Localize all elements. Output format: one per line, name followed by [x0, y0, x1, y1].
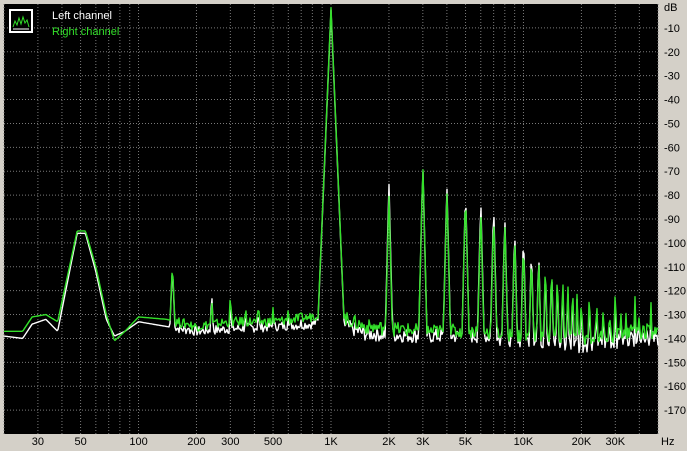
x-tick-label: 50	[74, 436, 86, 448]
y-tick-label: -10	[664, 23, 680, 35]
y-tick-label: -90	[664, 214, 680, 226]
y-tick-label: -50	[664, 118, 680, 130]
x-tick-label: 30K	[606, 436, 626, 448]
x-tick-label: 200	[187, 436, 205, 448]
x-tick-label: 100	[129, 436, 147, 448]
x-tick-label: 3K	[416, 436, 430, 448]
x-tick-label: 5K	[459, 436, 473, 448]
legend-icon-inner	[11, 11, 31, 31]
y-tick-label: -100	[664, 238, 686, 250]
y-axis-ticks: -10 -20 -30 -40 -50 -60 -70 -80 -90 -100 -110 -120 -…	[664, 23, 686, 417]
y-tick-label: -80	[664, 190, 680, 202]
y-tick-label: -30	[664, 71, 680, 83]
legend-right-channel: Right channel	[52, 26, 119, 38]
y-unit-label: dB	[664, 2, 677, 14]
y-tick-label: -20	[664, 47, 680, 59]
y-tick-label: -120	[664, 286, 686, 298]
x-tick-label: 500	[264, 436, 282, 448]
y-tick-label: -40	[664, 95, 680, 107]
y-tick-label: -70	[664, 166, 680, 178]
x-tick-label: 2K	[382, 436, 396, 448]
x-tick-label: 1K	[324, 436, 338, 448]
y-tick-label: -60	[664, 142, 680, 154]
y-tick-label: -160	[664, 381, 686, 393]
legend-left-channel: Left channel	[52, 10, 112, 22]
y-tick-label: -140	[664, 333, 686, 345]
x-unit-label: Hz	[661, 436, 674, 448]
y-tick-label: -110	[664, 262, 685, 274]
x-tick-label: 20K	[572, 436, 592, 448]
y-tick-label: -150	[664, 357, 686, 369]
y-tick-label: -130	[664, 310, 686, 322]
x-tick-label: 300	[221, 436, 239, 448]
spectrum-chart: -10 -20 -30 -40 -50 -60 -70 -80 -90 -100 -110 -120 -…	[3, 2, 686, 448]
x-axis-ticks: 30 50 100 200 300 500 1K 2K 3K 5K 10K 20K 30K	[32, 436, 626, 448]
y-tick-label: -170	[664, 405, 686, 417]
x-tick-label: 30	[32, 436, 44, 448]
x-tick-label: 10K	[514, 436, 534, 448]
